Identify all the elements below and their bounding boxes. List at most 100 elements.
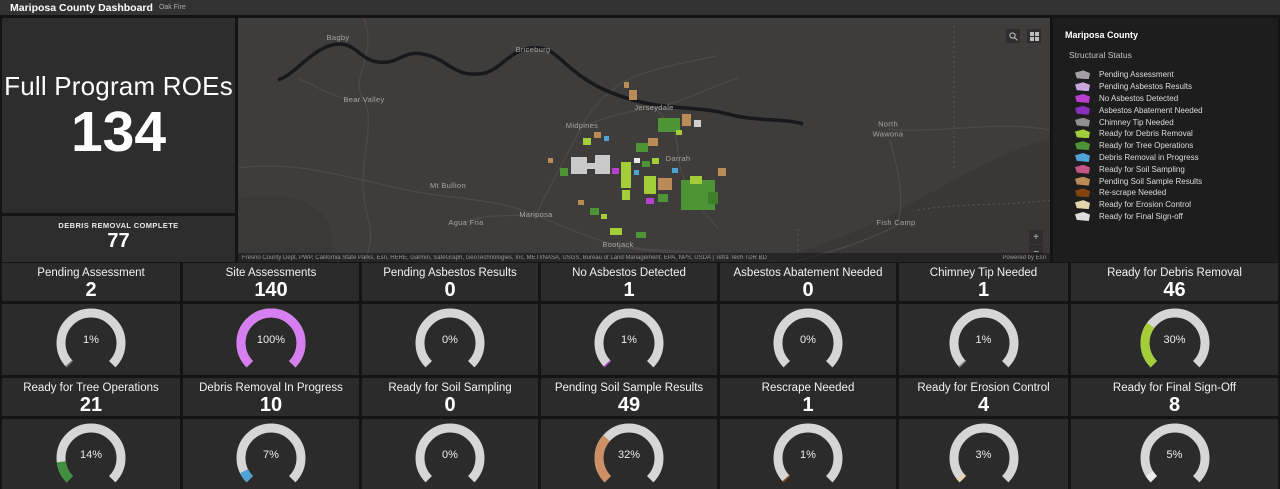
legend-swatch-icon bbox=[1075, 106, 1090, 115]
stat-card: Pending Assessment2 bbox=[2, 263, 180, 301]
stat-value: 21 bbox=[80, 394, 102, 416]
legend-swatch-icon bbox=[1075, 212, 1090, 221]
plus-icon: + bbox=[1033, 232, 1039, 243]
legend-item-label: Ready for Final Sign-off bbox=[1099, 212, 1183, 221]
legend-panel: Mariposa County Structural Status Pendin… bbox=[1053, 18, 1278, 262]
gauge-card: 7% bbox=[183, 419, 359, 489]
legend-item-label: Debris Removal in Progress bbox=[1099, 153, 1199, 162]
full-program-roes-card: Full Program ROEs 134 bbox=[2, 18, 235, 213]
basemap-grid-icon bbox=[1030, 32, 1039, 41]
legend-item: No Asbestos Detected bbox=[1065, 93, 1278, 105]
legend-item-label: Pending Assessment bbox=[1099, 70, 1174, 79]
stat-title: No Asbestos Detected bbox=[572, 267, 686, 279]
legend-swatch-icon bbox=[1075, 82, 1090, 91]
basemap-gallery-button[interactable] bbox=[1027, 29, 1041, 43]
legend-item-label: Re-scrape Needed bbox=[1099, 188, 1166, 197]
debris-removal-complete-card: DEBRIS REMOVAL COMPLETE 77 bbox=[2, 216, 235, 262]
stat-title: Rescrape Needed bbox=[762, 382, 855, 394]
stat-title: Ready for Final Sign-Off bbox=[1113, 382, 1236, 394]
stat-title: Debris Removal In Progress bbox=[199, 382, 343, 394]
gauge-card: 0% bbox=[362, 304, 538, 375]
gauge-percent: 0% bbox=[800, 334, 816, 346]
gauge-percent: 5% bbox=[1167, 449, 1183, 461]
gauge-card: 1% bbox=[899, 304, 1068, 375]
stat-value: 0 bbox=[802, 279, 813, 301]
map-label-darrah: Darrah bbox=[666, 154, 691, 164]
legend-item-label: No Asbestos Detected bbox=[1099, 94, 1178, 103]
stat-card: Site Assessments140 bbox=[183, 263, 359, 301]
stat-card: Ready for Debris Removal46 bbox=[1071, 263, 1278, 301]
legend-swatch-icon bbox=[1075, 153, 1090, 162]
legend-swatch-icon bbox=[1075, 141, 1090, 150]
gauge-percent: 0% bbox=[442, 449, 458, 461]
map-search-button[interactable] bbox=[1006, 29, 1020, 43]
gauge-card: 3% bbox=[899, 419, 1068, 489]
gauge-grid: Pending Assessment2 Site Assessments140 … bbox=[0, 263, 1280, 489]
app-header: Mariposa County Dashboard Oak Fire bbox=[0, 0, 1280, 15]
map-label-briceburg: Briceburg bbox=[516, 45, 551, 55]
legend-item: Ready for Erosion Control bbox=[1065, 199, 1278, 211]
legend-title: Mariposa County bbox=[1065, 30, 1278, 40]
stat-value: 0 bbox=[444, 279, 455, 301]
gauge-card: 0% bbox=[720, 304, 896, 375]
left-panel: Full Program ROEs 134 DEBRIS REMOVAL COM… bbox=[2, 18, 235, 262]
stat-title: Ready for Debris Removal bbox=[1107, 267, 1242, 279]
roe-card-value: 134 bbox=[71, 104, 166, 161]
stat-value: 0 bbox=[444, 394, 455, 416]
stat-value: 140 bbox=[254, 279, 287, 301]
legend-swatch-icon bbox=[1075, 118, 1090, 127]
map-label-midpines: Midpines bbox=[566, 121, 598, 131]
legend-item: Pending Asbestos Results bbox=[1065, 81, 1278, 93]
gauge-percent: 1% bbox=[621, 334, 637, 346]
stat-title: Asbestos Abatement Needed bbox=[734, 267, 883, 279]
map-attribution-bar: Fresno County Dept. PWP, California Stat… bbox=[238, 253, 1050, 262]
gauge-percent: 3% bbox=[976, 449, 992, 461]
map-label-north-wawona: North Wawona bbox=[873, 119, 904, 139]
stat-title: Ready for Tree Operations bbox=[23, 382, 159, 394]
stat-card: Ready for Final Sign-Off8 bbox=[1071, 378, 1278, 416]
gauge-card: 1% bbox=[541, 304, 717, 375]
legend-item-label: Ready for Debris Removal bbox=[1099, 129, 1193, 138]
stat-value: 1 bbox=[623, 279, 634, 301]
stat-title: Ready for Soil Sampling bbox=[388, 382, 511, 394]
legend-swatch-icon bbox=[1075, 94, 1090, 103]
legend-item-label: Pending Soil Sample Results bbox=[1099, 177, 1202, 186]
map-canvas[interactable]: Bagby Briceburg Bear Valley Jerseydale M… bbox=[238, 18, 1050, 262]
gauge-percent: 32% bbox=[618, 449, 640, 461]
map-label-bear-valley: Bear Valley bbox=[343, 95, 384, 105]
legend-swatch-icon bbox=[1075, 200, 1090, 209]
legend-item-label: Ready for Soil Sampling bbox=[1099, 165, 1185, 174]
river bbox=[278, 44, 803, 124]
stat-title: Chimney Tip Needed bbox=[930, 267, 1037, 279]
debris-card-label: DEBRIS REMOVAL COMPLETE bbox=[58, 221, 178, 230]
legend-item: Ready for Final Sign-off bbox=[1065, 211, 1278, 223]
map-attribution-text: Fresno County Dept. PWP, California Stat… bbox=[242, 255, 767, 261]
map-label-agua-fria: Agua Fria bbox=[448, 218, 483, 228]
stat-value: 4 bbox=[978, 394, 989, 416]
search-icon bbox=[1009, 32, 1018, 41]
stat-card: Ready for Soil Sampling0 bbox=[362, 378, 538, 416]
gauge-percent: 7% bbox=[263, 449, 279, 461]
legend-swatch-icon bbox=[1075, 70, 1090, 79]
zoom-in-button[interactable]: + bbox=[1029, 230, 1043, 244]
legend-item: Re-scrape Needed bbox=[1065, 187, 1278, 199]
terrain-shade bbox=[778, 138, 1050, 262]
gauge-card: 30% bbox=[1071, 304, 1278, 375]
legend-item: Chimney Tip Needed bbox=[1065, 116, 1278, 128]
legend-item: Ready for Debris Removal bbox=[1065, 128, 1278, 140]
legend-item-label: Pending Asbestos Results bbox=[1099, 82, 1192, 91]
stat-value: 49 bbox=[618, 394, 640, 416]
stat-title: Ready for Erosion Control bbox=[917, 382, 1049, 394]
legend-swatch-icon bbox=[1075, 177, 1090, 186]
gauge-card: 32% bbox=[541, 419, 717, 489]
gauge-card: 100% bbox=[183, 304, 359, 375]
stat-value: 1 bbox=[802, 394, 813, 416]
gauge-percent: 0% bbox=[442, 334, 458, 346]
legend-item: Pending Soil Sample Results bbox=[1065, 175, 1278, 187]
stat-card: Pending Asbestos Results0 bbox=[362, 263, 538, 301]
stat-card: Pending Soil Sample Results49 bbox=[541, 378, 717, 416]
map-label-fish-camp: Fish Camp bbox=[877, 218, 916, 228]
basemap-graphics bbox=[238, 18, 1050, 262]
stat-value: 1 bbox=[978, 279, 989, 301]
gauge-percent: 100% bbox=[257, 334, 285, 346]
